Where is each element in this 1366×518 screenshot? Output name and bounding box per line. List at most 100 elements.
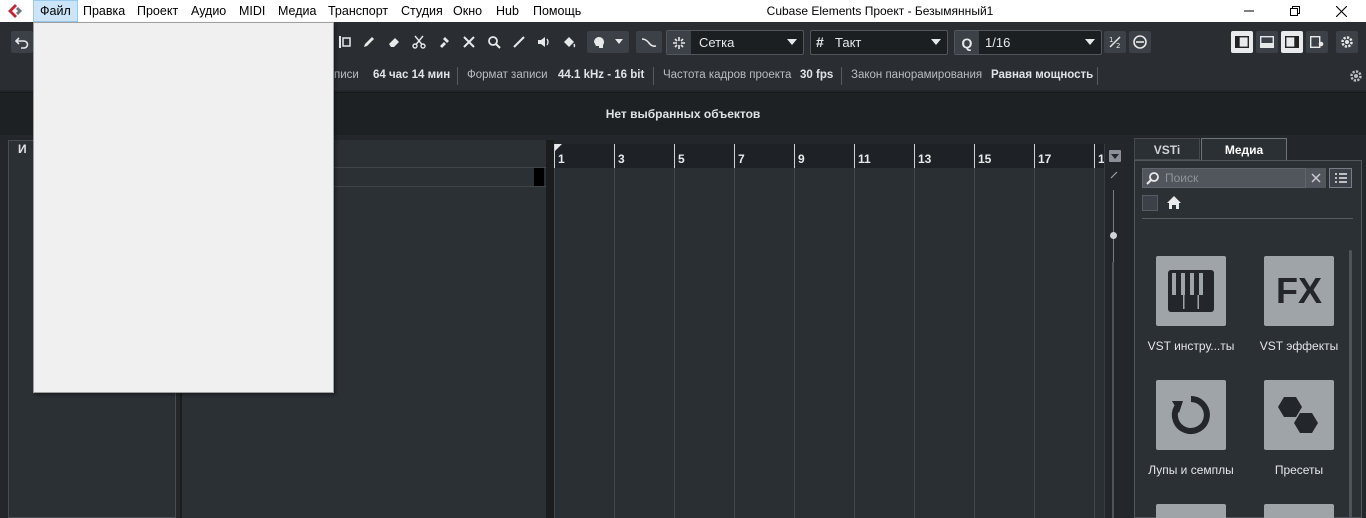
gear-icon[interactable] xyxy=(1349,69,1363,83)
undo-button[interactable] xyxy=(11,31,33,53)
tab-vsti[interactable]: VSTi xyxy=(1134,138,1200,160)
zoom-tool-button[interactable] xyxy=(483,31,505,53)
quantize-value: 1/16 xyxy=(985,35,1011,50)
window-title: Cubase Elements Проект - Безымянный1 xyxy=(766,4,994,18)
quantize-e-icon xyxy=(1133,35,1147,49)
paint-bucket-icon xyxy=(564,37,576,48)
menu-window[interactable]: Окно xyxy=(447,0,488,22)
media-scrollbar[interactable] xyxy=(1349,250,1352,518)
minimize-icon[interactable] xyxy=(1226,0,1272,22)
record-format-value[interactable]: 44.1 kHz - 16 bit xyxy=(558,69,644,81)
clear-search-button[interactable] xyxy=(1306,168,1326,188)
menu-file[interactable]: Файл xyxy=(33,0,78,22)
snap-curve-icon xyxy=(641,38,657,47)
menu-audio[interactable]: Аудио xyxy=(185,0,232,22)
list-view-button[interactable] xyxy=(1329,168,1352,188)
left-locator-icon[interactable] xyxy=(554,144,562,152)
menu-hub[interactable]: Hub xyxy=(490,0,525,22)
ruler-tick xyxy=(614,144,615,168)
loop-icon xyxy=(1171,396,1210,434)
record-format-label: Формат записи xyxy=(467,69,548,81)
menu-project[interactable]: Проект xyxy=(131,0,184,22)
mute-tool-button[interactable] xyxy=(458,31,480,53)
grid-snap-icon xyxy=(667,31,691,54)
cubase-logo-icon[interactable] xyxy=(6,3,24,19)
left-zone-toggle[interactable] xyxy=(1231,31,1253,53)
eraser-icon xyxy=(389,38,399,47)
color-tool-button[interactable] xyxy=(558,31,580,53)
toolbar-settings-button[interactable] xyxy=(1336,31,1358,53)
menu-help[interactable]: Помощь xyxy=(527,0,587,22)
ruler-bar-number: 17 xyxy=(1038,152,1052,166)
glue-tool-button[interactable] xyxy=(433,31,455,53)
home-icon[interactable] xyxy=(1166,195,1182,210)
range-tool-button[interactable] xyxy=(334,31,356,53)
right-zone-toggle[interactable] xyxy=(1281,31,1303,53)
menu-media[interactable]: Медиа xyxy=(272,0,322,22)
chevron-down-icon xyxy=(615,39,623,44)
ruler-bar-number: 3 xyxy=(618,152,625,166)
snap-type-select[interactable]: Сетка xyxy=(666,30,804,55)
menu-edit[interactable]: Правка xyxy=(77,0,131,22)
grid-type-select[interactable]: # Такт xyxy=(810,30,948,55)
record-time-label: писи xyxy=(334,69,359,81)
play-tool-button[interactable] xyxy=(533,31,555,53)
fx-icon: FX xyxy=(1275,270,1322,311)
layout-settings-icon xyxy=(1310,36,1324,48)
scrollbar[interactable] xyxy=(1112,262,1114,518)
ruler-tick xyxy=(1034,144,1035,168)
pan-law-value[interactable]: Равная мощность xyxy=(991,69,1093,81)
file-menu-dropdown[interactable] xyxy=(33,22,334,393)
pencil-icon xyxy=(364,37,374,47)
erase-tool-button[interactable] xyxy=(383,31,405,53)
line-tool-button[interactable] xyxy=(508,31,530,53)
frame-rate-value[interactable]: 30 fps xyxy=(800,69,833,81)
media-tile[interactable] xyxy=(1264,504,1334,518)
media-tile[interactable] xyxy=(1156,504,1226,518)
bar-grid-line xyxy=(1034,168,1035,518)
back-button[interactable] xyxy=(1142,195,1158,211)
zoom-slider-track[interactable] xyxy=(1113,190,1114,270)
tab-media[interactable]: Медиа xyxy=(1201,138,1287,160)
search-input[interactable]: Поиск xyxy=(1142,168,1306,188)
iterative-quantize-button[interactable]: 12 xyxy=(1104,31,1126,53)
loops-samples-tile[interactable] xyxy=(1156,380,1226,450)
menu-transport[interactable]: Транспорт xyxy=(322,0,394,22)
piano-keys-icon xyxy=(1168,270,1214,312)
bar-grid-line xyxy=(914,168,915,518)
bar-grid-line xyxy=(614,168,615,518)
head-icon xyxy=(594,37,604,48)
undo-icon xyxy=(15,37,29,49)
ruler-options-button[interactable] xyxy=(1109,150,1121,162)
grid-type-value: Такт xyxy=(835,35,862,50)
chevron-down-icon xyxy=(1085,39,1095,45)
snap-toggle-button[interactable] xyxy=(636,31,662,53)
vst-instruments-tile[interactable] xyxy=(1156,256,1226,326)
ruler-tick xyxy=(734,144,735,168)
menu-midi[interactable]: MIDI xyxy=(233,0,271,22)
presets-tile[interactable] xyxy=(1264,380,1334,450)
vertical-zoom-bar[interactable] xyxy=(1104,144,1126,518)
quantize-settings-button[interactable] xyxy=(1129,31,1151,53)
bar-grid-line xyxy=(734,168,735,518)
left-panel-icon xyxy=(1235,36,1249,48)
vst-effects-tile[interactable]: FX xyxy=(1264,256,1334,326)
restore-icon[interactable] xyxy=(1272,0,1318,22)
ruler-bar-number: 13 xyxy=(918,152,932,166)
zoom-icon xyxy=(488,36,501,49)
ruler[interactable] xyxy=(554,144,1104,168)
event-display[interactable] xyxy=(554,168,1104,518)
lower-zone-toggle[interactable] xyxy=(1256,31,1278,53)
autoscroll-button[interactable] xyxy=(587,31,629,53)
draw-tool-button[interactable] xyxy=(358,31,380,53)
divider[interactable] xyxy=(546,140,554,518)
svg-text:1: 1 xyxy=(1109,36,1113,44)
ruler-bar-number: 11 xyxy=(858,152,871,166)
bar-grid-line xyxy=(974,168,975,518)
zoom-slider-thumb[interactable] xyxy=(1110,232,1117,239)
window-layout-button[interactable] xyxy=(1306,31,1328,53)
split-tool-button[interactable] xyxy=(408,31,430,53)
quantize-select[interactable]: Q 1/16 xyxy=(954,30,1102,55)
menu-studio[interactable]: Студия xyxy=(395,0,449,22)
close-icon[interactable] xyxy=(1318,0,1364,22)
